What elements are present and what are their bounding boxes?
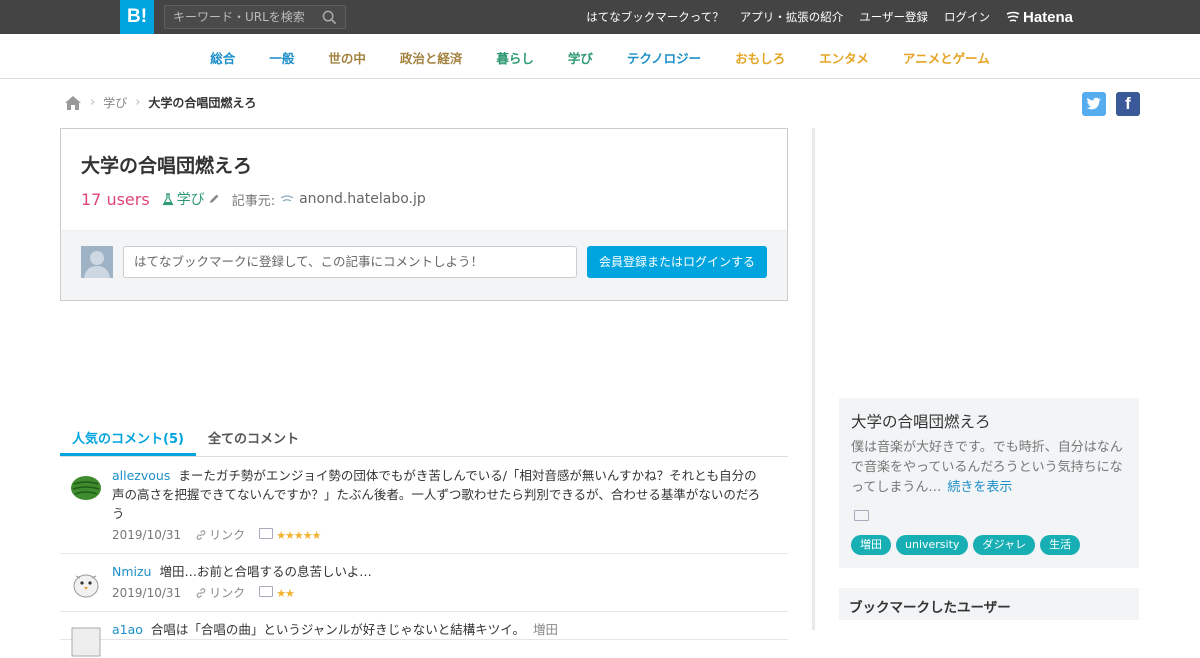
source-label: 記事元: — [231, 193, 276, 209]
bookmarked-users-heading: ブックマークしたユーザー — [839, 588, 1139, 620]
comment-date[interactable]: 2019/10/31 — [112, 528, 181, 542]
link-icon — [196, 529, 206, 540]
search-input[interactable] — [165, 6, 315, 28]
register-link[interactable]: ユーザー登録 — [859, 9, 928, 25]
comment-stars[interactable]: ★★ — [259, 585, 295, 600]
entry-summary-panel: 大学の合唱団燃えろ 僕は音楽が大好きです。でも時折、自分はなんで音楽をやっている… — [839, 398, 1139, 568]
chevron-right-icon: › — [90, 95, 96, 110]
search-icon[interactable] — [322, 10, 337, 25]
default-avatar-icon — [81, 246, 113, 278]
hatena-brand-link[interactable]: Hatena — [1006, 7, 1073, 27]
category-tab[interactable]: テクノロジー — [627, 48, 701, 67]
category-nav: 総合 一般 世の中 政治と経済 暮らし 学び テクノロジー おもしろ エンタメ アニメとゲーム — [0, 34, 1200, 79]
breadcrumb: › 学び › 大学の合唱団燃えろ — [64, 94, 256, 111]
hatena-brand-text: Hatena — [1023, 8, 1074, 26]
show-more-link[interactable]: 続きを表示 — [947, 480, 1012, 495]
pencil-icon[interactable] — [208, 193, 220, 205]
entry-category-label: 学び — [176, 192, 205, 208]
tab-popular-comments[interactable]: 人気のコメント(5) — [60, 420, 196, 456]
home-icon[interactable] — [64, 95, 82, 111]
top-links: はてなブックマークって？ アプリ・拡張の紹介 ユーザー登録 ログイン — [586, 0, 990, 34]
entry-meta: 17 users 学び 記事元: anond.hatelabo.jp — [81, 189, 426, 209]
comment-link-label: リンク — [209, 586, 246, 600]
entry-title[interactable]: 大学の合唱団燃えろ — [81, 151, 252, 178]
comment-text: まーたガチ勢がエンジョイ勢の団体でもがき苦しんでいる/「相対音感が無いんすかね？… — [112, 468, 761, 521]
top-bar: B! はてなブックマークって？ アプリ・拡張の紹介 ユーザー登録 ログイン Ha… — [0, 0, 1200, 34]
search-box — [164, 5, 346, 29]
source-domain-link[interactable]: anond.hatelabo.jp — [299, 191, 426, 207]
site-favicon-icon — [280, 195, 294, 202]
tag-item[interactable]: university — [896, 535, 969, 555]
register-login-button[interactable]: 会員登録またはログインする — [587, 246, 767, 278]
comment-form: はてなブックマークに登録して、この記事にコメントしよう！ 会員登録またはログイン… — [61, 230, 787, 300]
summary-description: 僕は音楽が大好きです。でも時折、自分はなんで音楽をやっているんだろうという気持ち… — [851, 438, 1131, 498]
link-icon — [196, 587, 206, 598]
comment-item: a1ao 合唱は「合唱の曲」というジャンルが好きじゃないと結構キツイ。 増田 — [60, 612, 788, 657]
comment-item: allezvous まーたガチ勢がエンジョイ勢の団体でもがき苦しんでいる/「相対音… — [60, 458, 788, 554]
watermelon-avatar[interactable] — [70, 472, 102, 504]
twitter-share-button[interactable] — [1082, 92, 1106, 116]
category-tab[interactable]: 政治と経済 — [400, 48, 463, 67]
comment-text: 増田…お前と合唱するの息苦しいよ… — [159, 564, 372, 579]
comment-item: Nmizu 増田…お前と合唱するの息苦しいよ… 2019/10/31 リンク ★★ — [60, 554, 788, 612]
category-tab[interactable]: 学び — [568, 48, 593, 67]
chevron-right-icon: › — [135, 95, 141, 110]
flask-icon — [162, 192, 174, 205]
comment-link-label: リンク — [209, 528, 246, 542]
star-rating: ★★ — [276, 586, 295, 600]
image-icon — [854, 510, 869, 521]
hatena-logo-icon — [1006, 11, 1020, 22]
comment-input[interactable]: はてなブックマークに登録して、この記事にコメントしよう！ — [123, 246, 577, 278]
category-tab[interactable]: 世の中 — [328, 48, 366, 67]
breadcrumb-category[interactable]: 学び — [103, 94, 127, 111]
tag-list: 増田 university ダジャレ 生活 — [851, 535, 1081, 555]
summary-title[interactable]: 大学の合唱団燃えろ — [851, 410, 991, 432]
tag-item[interactable]: 増田 — [851, 535, 891, 555]
apps-link[interactable]: アプリ・拡張の紹介 — [740, 9, 844, 25]
tag-item[interactable]: ダジャレ — [973, 535, 1036, 555]
facebook-share-button[interactable]: f — [1116, 92, 1140, 116]
column-divider — [812, 128, 815, 630]
add-star-icon[interactable] — [259, 585, 274, 597]
category-tab[interactable]: 暮らし — [496, 48, 534, 67]
about-link[interactable]: はてなブックマークって？ — [586, 9, 723, 25]
login-link[interactable]: ログイン — [944, 9, 990, 25]
entry-source: 記事元: anond.hatelabo.jp — [232, 190, 426, 209]
category-tab[interactable]: アニメとゲーム — [903, 48, 990, 67]
tag-item[interactable]: 生活 — [1040, 535, 1081, 555]
twitter-icon — [1086, 97, 1101, 110]
user-avatar[interactable] — [70, 626, 102, 658]
users-count[interactable]: 17 users — [81, 190, 150, 209]
category-tab[interactable]: エンタメ — [819, 48, 869, 67]
category-tab[interactable]: 一般 — [269, 48, 294, 67]
comment-username[interactable]: Nmizu — [112, 564, 151, 579]
comment-tabs: 人気のコメント(5) 全てのコメント — [60, 420, 788, 457]
breadcrumb-current: 大学の合唱団燃えろ — [148, 96, 257, 110]
add-star-icon[interactable] — [259, 527, 274, 539]
comment-list: allezvous まーたガチ勢がエンジョイ勢の団体でもがき苦しんでいる/「相対音… — [60, 458, 788, 657]
star-rating: ★★★★★ — [276, 528, 321, 542]
comment-stars[interactable]: ★★★★★ — [259, 527, 322, 542]
comment-permalink[interactable]: リンク — [195, 526, 245, 543]
comment-permalink[interactable]: リンク — [195, 584, 245, 601]
tab-all-comments[interactable]: 全てのコメント — [196, 420, 311, 456]
hatena-bookmark-logo[interactable]: B! — [120, 0, 154, 34]
entry-card: 大学の合唱団燃えろ 17 users 学び 記事元: anond.hatelab… — [60, 128, 788, 301]
comment-date[interactable]: 2019/10/31 — [112, 586, 181, 600]
category-tab[interactable]: おもしろ — [735, 48, 785, 67]
category-tab[interactable]: 総合 — [210, 48, 235, 67]
bird-avatar[interactable] — [70, 568, 102, 600]
facebook-icon: f — [1125, 94, 1131, 113]
entry-category-link[interactable]: 学び — [162, 189, 220, 209]
comment-username[interactable]: allezvous — [112, 468, 170, 483]
